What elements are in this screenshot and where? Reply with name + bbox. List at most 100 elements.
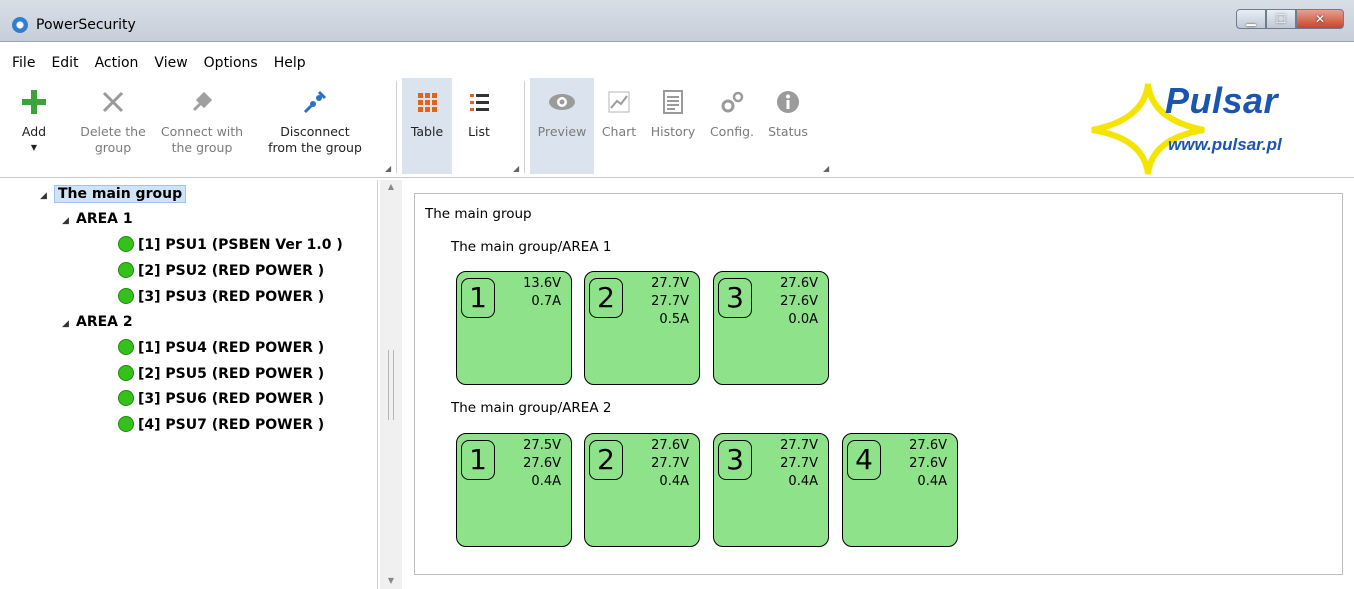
status-led-icon bbox=[118, 262, 134, 278]
chart-button[interactable]: Chart bbox=[596, 78, 642, 174]
expand-arrow-icon[interactable]: ◢ bbox=[62, 216, 76, 226]
preview-button[interactable]: Preview bbox=[530, 78, 594, 174]
area-1-title: The main group/AREA 1 bbox=[451, 239, 612, 255]
psu-number: 1 bbox=[461, 440, 495, 480]
list-icon bbox=[463, 86, 495, 118]
psu-value: 13.6V bbox=[523, 276, 561, 291]
psu-value: 27.6V bbox=[651, 438, 689, 453]
chart-label: Chart bbox=[601, 124, 637, 139]
status-label: Status bbox=[768, 124, 808, 139]
tree-psu-item[interactable]: [3] PSU3 (RED POWER ) bbox=[118, 288, 324, 305]
minimize-button[interactable]: ▁ bbox=[1236, 9, 1266, 29]
disconnect-group-button[interactable]: Disconnect from the group bbox=[256, 78, 374, 174]
psu-value: 27.6V bbox=[780, 276, 818, 291]
grid-icon bbox=[411, 86, 443, 118]
psu-card[interactable]: 3 27.7V 27.7V 0.4A bbox=[713, 433, 829, 547]
tree-root[interactable]: ◢ The main group bbox=[40, 185, 187, 203]
menu-edit[interactable]: Edit bbox=[51, 52, 78, 74]
menu-bar: File Edit Action View Options Help bbox=[0, 52, 1354, 74]
psu-number: 1 bbox=[461, 278, 495, 318]
ribbon-separator bbox=[524, 81, 525, 173]
tree-psu-item[interactable]: [4] PSU7 (RED POWER ) bbox=[118, 416, 324, 433]
scroll-up-icon[interactable]: ▲ bbox=[384, 182, 398, 192]
psu-value: 0.5A bbox=[659, 312, 689, 327]
expand-arrow-icon[interactable]: ◢ bbox=[62, 319, 76, 329]
x-icon bbox=[97, 86, 129, 118]
connect-label-1: Connect with bbox=[160, 124, 244, 139]
list-label: List bbox=[468, 124, 490, 139]
group-launcher-icon[interactable]: ◢ bbox=[385, 164, 395, 174]
delete-label-1: Delete the bbox=[80, 124, 146, 139]
delete-label-2: group bbox=[94, 140, 132, 155]
ribbon-separator bbox=[396, 81, 397, 173]
config-button[interactable]: Config. bbox=[704, 78, 760, 174]
pulsar-logo: Pulsar www.pulsar.pl bbox=[1088, 80, 1338, 178]
psu-number: 3 bbox=[718, 278, 752, 318]
menu-action[interactable]: Action bbox=[95, 52, 139, 74]
table-view-button[interactable]: Table bbox=[402, 78, 452, 174]
close-button[interactable]: ✕ bbox=[1296, 9, 1344, 29]
psu-number: 2 bbox=[589, 278, 623, 318]
group-launcher-icon[interactable]: ◢ bbox=[823, 164, 833, 174]
psu-value: 0.0A bbox=[788, 312, 818, 327]
dropdown-arrow-icon[interactable]: ▼ bbox=[14, 140, 54, 156]
group-tree: ◢ The main group ◢ AREA 1 [1] PSU1 (PSBEN … bbox=[0, 180, 378, 589]
psu-card[interactable]: 1 13.6V 0.7A bbox=[456, 271, 572, 385]
psu-value: 0.7A bbox=[531, 294, 561, 309]
connect-label-2: the group bbox=[171, 140, 233, 155]
psu-value: 27.7V bbox=[651, 276, 689, 291]
list-view-button[interactable]: List bbox=[456, 78, 502, 174]
gears-icon bbox=[716, 86, 748, 118]
status-led-icon bbox=[118, 236, 134, 252]
psu-value: 0.4A bbox=[917, 474, 947, 489]
psu-card[interactable]: 1 27.5V 27.6V 0.4A bbox=[456, 433, 572, 547]
splitter-grip[interactable] bbox=[388, 350, 394, 420]
history-icon bbox=[657, 86, 689, 118]
app-logo-icon bbox=[12, 17, 28, 33]
psu-value: 27.5V bbox=[523, 438, 561, 453]
expand-arrow-icon[interactable]: ◢ bbox=[40, 191, 54, 201]
disconnect-label-1: Disconnect bbox=[280, 124, 350, 139]
menu-file[interactable]: File bbox=[12, 52, 35, 74]
psu-number: 4 bbox=[847, 440, 881, 480]
status-led-icon bbox=[118, 416, 134, 432]
status-button[interactable]: Status bbox=[762, 78, 814, 174]
delete-group-button[interactable]: Delete the group bbox=[74, 78, 152, 174]
tree-psu-item[interactable]: [1] PSU4 (RED POWER ) bbox=[118, 339, 324, 356]
psu-value: 27.7V bbox=[780, 438, 818, 453]
status-led-icon bbox=[118, 339, 134, 355]
unplug-icon bbox=[299, 86, 331, 118]
psu-value: 27.6V bbox=[780, 294, 818, 309]
tree-psu-item[interactable]: [1] PSU1 (PSBEN Ver 1.0 ) bbox=[118, 236, 343, 253]
psu-value: 0.4A bbox=[531, 474, 561, 489]
maximize-button[interactable]: ☐ bbox=[1266, 9, 1296, 29]
menu-help[interactable]: Help bbox=[274, 52, 306, 74]
psu-card[interactable]: 3 27.6V 27.6V 0.0A bbox=[713, 271, 829, 385]
psu-card[interactable]: 4 27.6V 27.6V 0.4A bbox=[842, 433, 958, 547]
tree-area-2[interactable]: ◢ AREA 2 bbox=[62, 314, 133, 330]
connect-group-button[interactable]: Connect with the group bbox=[154, 78, 250, 174]
tree-psu-item[interactable]: [2] PSU2 (RED POWER ) bbox=[118, 262, 324, 279]
tree-area-1[interactable]: ◢ AREA 1 bbox=[62, 211, 133, 227]
psu-value: 0.4A bbox=[788, 474, 818, 489]
splitter[interactable]: ▲ ▼ bbox=[380, 180, 402, 589]
group-launcher-icon[interactable]: ◢ bbox=[513, 164, 523, 174]
psu-value: 0.4A bbox=[659, 474, 689, 489]
psu-card[interactable]: 2 27.6V 27.7V 0.4A bbox=[584, 433, 700, 547]
tree-psu-item[interactable]: [3] PSU6 (RED POWER ) bbox=[118, 390, 324, 407]
plus-icon bbox=[18, 86, 50, 118]
title-bar: PowerSecurity ▁ ☐ ✕ bbox=[0, 0, 1354, 42]
tree-psu-item[interactable]: [2] PSU5 (RED POWER ) bbox=[118, 365, 324, 382]
scroll-down-icon[interactable]: ▼ bbox=[384, 576, 398, 586]
add-button[interactable]: Add ▼ bbox=[14, 78, 54, 174]
area-2-title: The main group/AREA 2 bbox=[451, 400, 612, 416]
psu-value: 27.7V bbox=[651, 456, 689, 471]
minimize-icon: ▁ bbox=[1246, 12, 1256, 26]
eye-icon bbox=[546, 86, 578, 118]
history-button[interactable]: History bbox=[645, 78, 701, 174]
logo-url: www.pulsar.pl bbox=[1168, 135, 1282, 154]
menu-view[interactable]: View bbox=[154, 52, 187, 74]
psu-card[interactable]: 2 27.7V 27.7V 0.5A bbox=[584, 271, 700, 385]
menu-options[interactable]: Options bbox=[204, 52, 258, 74]
psu-number: 2 bbox=[589, 440, 623, 480]
